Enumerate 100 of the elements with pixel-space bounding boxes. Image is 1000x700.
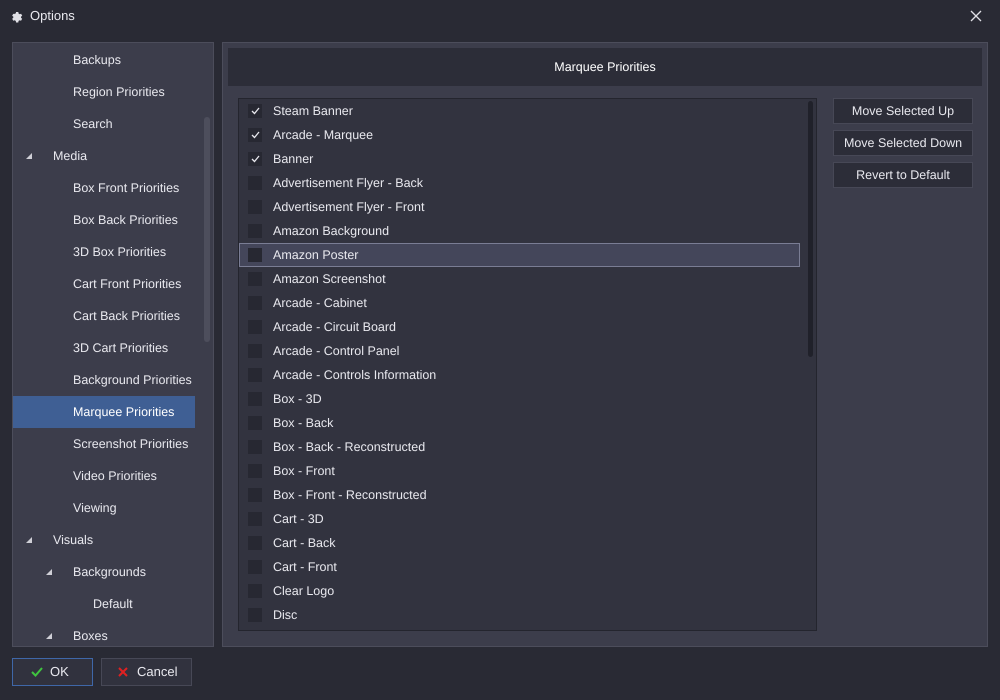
tree-item[interactable]: Boxes	[13, 620, 195, 646]
list-item[interactable]: Cart - Back	[239, 531, 800, 555]
item-label: Advertisement Flyer - Front	[273, 198, 424, 216]
item-label: Disc	[273, 606, 298, 624]
list-item[interactable]: Steam Banner	[239, 99, 800, 123]
tree-label: Cart Back Priorities	[73, 308, 180, 325]
list-item[interactable]: Amazon Screenshot	[239, 267, 800, 291]
item-label: Banner	[273, 150, 314, 168]
tree-label: Marquee Priorities	[73, 404, 174, 421]
tree-item[interactable]: Viewing	[13, 492, 195, 524]
tree-item[interactable]: Screenshot Priorities	[13, 428, 195, 460]
check-icon	[250, 155, 260, 163]
check-icon	[31, 667, 43, 677]
tree-item[interactable]: 3D Box Priorities	[13, 236, 195, 268]
item-label: Advertisement Flyer - Back	[273, 174, 424, 192]
item-label: Box - Front - Reconstructed	[273, 486, 427, 504]
list-item[interactable]: Banner	[239, 147, 800, 171]
item-label: Box - Back - Reconstructed	[273, 438, 426, 456]
tree-item[interactable]: Default	[13, 588, 195, 620]
tree-item[interactable]: Media	[13, 140, 195, 172]
list-item[interactable]: Box - Front - Reconstructed	[239, 483, 800, 507]
list-item[interactable]: Arcade - Control Panel	[239, 339, 800, 363]
tree-item[interactable]: Region Priorities	[13, 76, 195, 108]
checkbox[interactable]	[248, 248, 262, 262]
item-label: Box - 3D	[273, 390, 322, 408]
tree-label: Backgrounds	[73, 564, 146, 581]
tree-item[interactable]: Search	[13, 108, 195, 140]
tree-item[interactable]: Backgrounds	[13, 556, 195, 588]
item-label: Arcade - Circuit Board	[273, 318, 396, 336]
expanded-arrow-icon[interactable]	[26, 537, 32, 543]
list-item[interactable]: Amazon Poster	[239, 243, 800, 267]
tree-label: Box Back Priorities	[73, 212, 178, 229]
list-item[interactable]: Box - 3D	[239, 387, 800, 411]
tree-label: Viewing	[73, 500, 117, 517]
list-item[interactable]: Box - Front	[239, 459, 800, 483]
tree-label: Media	[53, 148, 88, 165]
item-label: Arcade - Controls Information	[273, 366, 436, 384]
list-item[interactable]: Advertisement Flyer - Front	[239, 195, 800, 219]
item-label: Steam Banner	[273, 102, 353, 120]
tree-label: 3D Cart Priorities	[73, 340, 168, 357]
list-item[interactable]: Advertisement Flyer - Back	[239, 171, 800, 195]
item-label: Cart - 3D	[273, 510, 324, 528]
check-icon	[250, 131, 260, 139]
item-label: Cart - Back	[273, 534, 336, 552]
list-item[interactable]: Box - Back - Reconstructed	[239, 435, 800, 459]
tree-label: Visuals	[53, 532, 94, 549]
item-label: Arcade - Control Panel	[273, 342, 400, 360]
action-button[interactable]: Move Selected Down	[833, 130, 973, 156]
list-item[interactable]: Cart - 3D	[239, 507, 800, 531]
checkbox[interactable]	[248, 104, 262, 118]
tree-item[interactable]: Cart Back Priorities	[13, 300, 195, 332]
list-item[interactable]: Clear Logo	[239, 579, 800, 603]
tree-item[interactable]: Backups	[13, 44, 195, 76]
tree-label: Search	[73, 116, 113, 133]
tree-item[interactable]: Marquee Priorities	[13, 396, 195, 428]
tree-label: Region Priorities	[73, 84, 165, 101]
check-icon	[250, 107, 260, 115]
expanded-arrow-icon[interactable]	[26, 153, 32, 159]
tree-label: 3D Box Priorities	[73, 244, 166, 261]
action-button[interactable]: Move Selected Up	[833, 98, 973, 124]
close-icon	[970, 10, 982, 22]
cancel-button[interactable]: Cancel	[101, 658, 192, 686]
ok-button[interactable]: OK	[12, 658, 93, 686]
tree-label: Background Priorities	[73, 372, 192, 389]
tree-item[interactable]: Video Priorities	[13, 460, 195, 492]
list-item[interactable]: Box - Back	[239, 411, 800, 435]
panel-header: Marquee Priorities	[228, 48, 982, 86]
cross-icon	[118, 667, 128, 677]
item-label: Amazon Background	[273, 222, 390, 240]
settings-icon	[10, 10, 23, 22]
tree-item[interactable]: Box Front Priorities	[13, 172, 195, 204]
action-button[interactable]: Revert to Default	[833, 162, 973, 188]
tree-item[interactable]: Cart Front Priorities	[13, 268, 195, 300]
item-label: Clear Logo	[273, 582, 334, 600]
tree-label: Video Priorities	[73, 468, 157, 485]
tree-label: Default	[93, 596, 133, 613]
item-label: Amazon Poster	[273, 246, 358, 264]
tree-label: Cart Front Priorities	[73, 276, 182, 293]
checkbox[interactable]	[248, 152, 262, 166]
expanded-arrow-icon[interactable]	[46, 633, 52, 639]
list-item[interactable]: Cart - Front	[239, 555, 800, 579]
tree-item[interactable]: 3D Cart Priorities	[13, 332, 195, 364]
item-label: Cart - Front	[273, 558, 337, 576]
item-label: Amazon Screenshot	[273, 270, 386, 288]
expanded-arrow-icon[interactable]	[46, 569, 52, 575]
list-item[interactable]: Disc	[239, 603, 800, 627]
tree-item[interactable]: Background Priorities	[13, 364, 195, 396]
tree-item[interactable]: Visuals	[13, 524, 195, 556]
list-item[interactable]: Arcade - Marquee	[239, 123, 800, 147]
list-item[interactable]: Arcade - Controls Information	[239, 363, 800, 387]
list-item[interactable]: Arcade - Cabinet	[239, 291, 800, 315]
tree-label: Backups	[73, 52, 121, 69]
window-title: Options	[30, 7, 76, 26]
item-label: Box - Front	[273, 462, 335, 480]
list-item[interactable]: Arcade - Circuit Board	[239, 315, 800, 339]
checkbox[interactable]	[248, 128, 262, 142]
tree-label: Boxes	[73, 628, 108, 645]
list-item[interactable]: Amazon Background	[239, 219, 800, 243]
tree-label: Box Front Priorities	[73, 180, 180, 197]
tree-item[interactable]: Box Back Priorities	[13, 204, 195, 236]
